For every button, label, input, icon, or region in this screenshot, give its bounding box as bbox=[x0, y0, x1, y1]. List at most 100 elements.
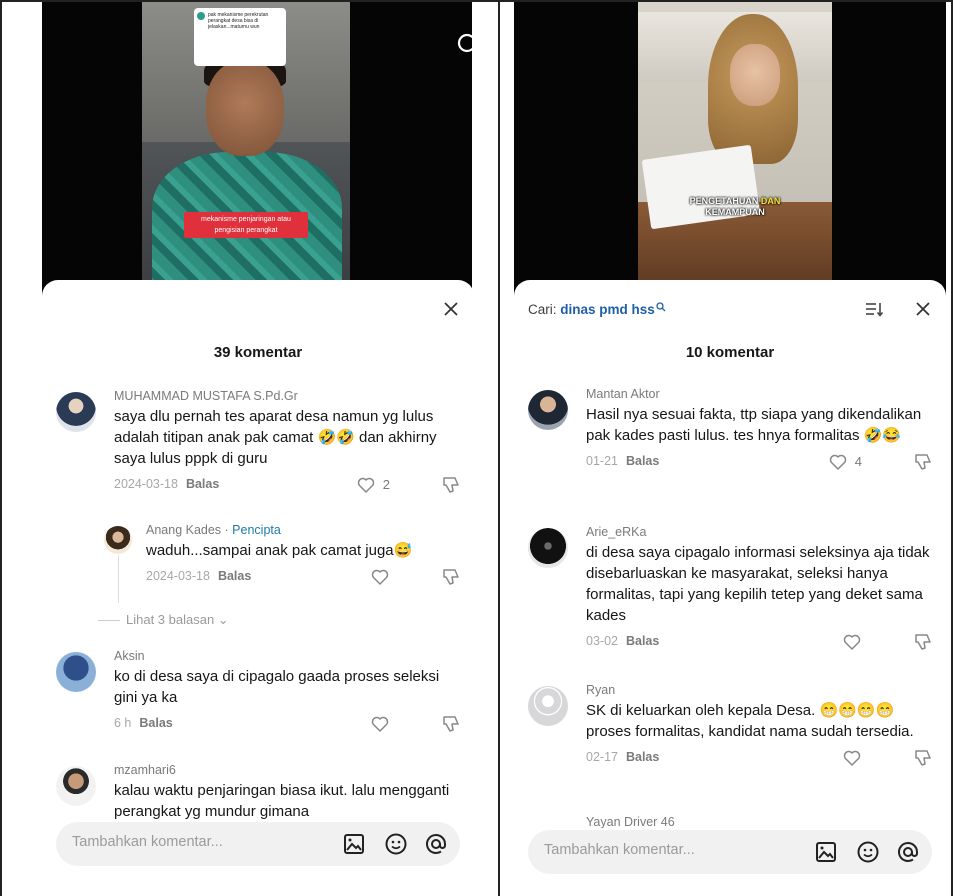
video-caption-highlight: DAN bbox=[760, 196, 781, 206]
image-icon[interactable] bbox=[814, 840, 838, 864]
video-caption-part1: PENGETAHUAN bbox=[689, 196, 761, 206]
comment-date: 03-02 bbox=[586, 634, 618, 648]
search-query[interactable]: dinas pmd hss bbox=[560, 302, 655, 317]
comment-date: 2024-03-18 bbox=[146, 569, 210, 583]
reply-username-row: Anang Kades · Pencipta bbox=[146, 522, 460, 538]
comment-date: 6 h bbox=[114, 716, 132, 730]
video-person-face bbox=[730, 44, 780, 106]
comment-date: 2024-03-18 bbox=[114, 477, 178, 491]
heart-icon[interactable] bbox=[842, 748, 862, 768]
comment-input-placeholder[interactable]: Tambahkan komentar... bbox=[72, 834, 223, 850]
reply-button[interactable]: Balas bbox=[626, 634, 659, 648]
avatar[interactable] bbox=[528, 528, 568, 568]
video-caption: mekanisme penjaringan atau pengisian per… bbox=[184, 212, 308, 238]
like-count: 2 bbox=[382, 477, 390, 492]
emoji-icon[interactable] bbox=[856, 840, 880, 864]
comment-username[interactable]: Yayan Driver 46 bbox=[586, 814, 932, 828]
comment-username[interactable]: Anang Kades · bbox=[146, 523, 232, 537]
video-player[interactable]: pak mekanisme perekrutan perangkat desa … bbox=[42, 2, 472, 302]
sort-icon[interactable] bbox=[864, 300, 884, 318]
comment-meta: 2024-03-18 Balas bbox=[146, 569, 460, 589]
question-sticker-text: pak mekanisme perekrutan perangkat desa … bbox=[208, 12, 269, 30]
like-count: 4 bbox=[854, 454, 862, 469]
comment-item: Arie_eRKa di desa saya cipagalo informas… bbox=[528, 524, 932, 662]
question-sticker: pak mekanisme perekrutan perangkat desa … bbox=[194, 8, 286, 66]
emoji-icon[interactable] bbox=[384, 832, 408, 856]
comment-text: SK di keluarkan oleh kepala Desa. 😁😁😁😁 p… bbox=[586, 702, 914, 740]
dislike-icon[interactable] bbox=[912, 632, 934, 652]
comment-meta: 2024-03-18 Balas 2 bbox=[114, 477, 460, 497]
reply-item: Anang Kades · Pencipta waduh...sampai an… bbox=[104, 522, 460, 602]
video-caption: PENGETAHUAN DAN KEMAMPUAN bbox=[672, 196, 798, 218]
video-player[interactable]: PENGETAHUAN DAN KEMAMPUAN bbox=[514, 2, 946, 302]
comment-text: di desa saya cipagalo informasi seleksin… bbox=[586, 544, 930, 624]
comment-username[interactable]: Mantan Aktor bbox=[586, 386, 932, 402]
comments-sheet: 39 komentar MUHAMMAD MUSTAFA S.Pd.Gr say… bbox=[42, 280, 474, 896]
left-screenshot-panel: pak mekanisme perekrutan perangkat desa … bbox=[0, 0, 500, 896]
reply-button[interactable]: Balas bbox=[218, 569, 251, 583]
comment-username[interactable]: Arie_eRKa bbox=[586, 524, 932, 540]
comment-username[interactable]: Aksin bbox=[114, 648, 460, 664]
dislike-icon[interactable] bbox=[440, 714, 462, 734]
comment-item: MUHAMMAD MUSTAFA S.Pd.Gr saya dlu pernah… bbox=[56, 388, 460, 498]
comment-input-placeholder[interactable]: Tambahkan komentar... bbox=[544, 842, 695, 858]
comment-meta: 6 h Balas bbox=[114, 716, 460, 736]
comment-username[interactable]: Ryan bbox=[586, 682, 932, 698]
video-caption-part2: KEMAMPUAN bbox=[705, 207, 765, 217]
comment-item: Yayan Driver 46 bbox=[528, 814, 932, 828]
comment-username[interactable]: mzamhari6 bbox=[114, 762, 460, 778]
search-suggestion[interactable]: Cari: dinas pmd hss bbox=[528, 302, 666, 317]
search-icon bbox=[656, 302, 666, 312]
avatar[interactable] bbox=[528, 686, 568, 726]
avatar[interactable] bbox=[56, 652, 96, 692]
close-icon[interactable] bbox=[914, 300, 932, 318]
comment-item: mzamhari6 kalau waktu penjaringan biasa … bbox=[56, 762, 460, 822]
comment-meta: 02-17 Balas bbox=[586, 750, 932, 770]
reply-button[interactable]: Balas bbox=[626, 454, 659, 468]
comment-date: 02-17 bbox=[586, 750, 618, 764]
dislike-icon[interactable] bbox=[912, 452, 934, 472]
comment-item: Mantan Aktor Hasil nya sesuai fakta, ttp… bbox=[528, 386, 932, 502]
comment-username[interactable]: MUHAMMAD MUSTAFA S.Pd.Gr bbox=[114, 388, 460, 404]
video-frame: PENGETAHUAN DAN KEMAMPUAN bbox=[638, 2, 832, 287]
dislike-icon[interactable] bbox=[440, 475, 462, 495]
avatar[interactable] bbox=[528, 390, 568, 430]
mention-icon[interactable] bbox=[424, 832, 448, 856]
comment-input-bar[interactable]: Tambahkan komentar... bbox=[56, 822, 460, 866]
avatar[interactable] bbox=[56, 392, 96, 432]
heart-icon[interactable] bbox=[828, 452, 848, 472]
comment-text: kalau waktu penjaringan biasa ikut. lalu… bbox=[114, 782, 450, 820]
heart-icon[interactable] bbox=[370, 567, 390, 587]
mention-icon[interactable] bbox=[896, 840, 920, 864]
search-label: Cari: bbox=[528, 302, 561, 317]
avatar[interactable] bbox=[56, 766, 96, 806]
heart-icon[interactable] bbox=[356, 475, 376, 495]
reply-button[interactable]: Balas bbox=[626, 750, 659, 764]
thread-line bbox=[118, 555, 119, 603]
dislike-icon[interactable] bbox=[912, 748, 934, 768]
comment-input-bar[interactable]: Tambahkan komentar... bbox=[528, 830, 932, 874]
comments-sheet: Cari: dinas pmd hss 10 komentar Mantan A… bbox=[514, 280, 946, 896]
comment-date: 01-21 bbox=[586, 454, 618, 468]
image-icon[interactable] bbox=[342, 832, 366, 856]
right-screenshot-panel: PENGETAHUAN DAN KEMAMPUAN Cari: dinas pm… bbox=[500, 0, 953, 896]
comment-item: Ryan SK di keluarkan oleh kepala Desa. 😁… bbox=[528, 682, 932, 798]
reply-button[interactable]: Balas bbox=[186, 477, 219, 491]
comment-text: ko di desa saya di cipagalo gaada proses… bbox=[114, 668, 440, 706]
view-replies-button[interactable]: Lihat 3 balasan ⌄ bbox=[98, 612, 229, 628]
comment-count: 39 komentar bbox=[213, 344, 303, 361]
sticker-avatar-icon bbox=[197, 12, 205, 20]
comment-count: 10 komentar bbox=[685, 344, 775, 361]
comment-meta: 01-21 Balas 4 bbox=[586, 454, 932, 474]
heart-icon[interactable] bbox=[370, 714, 390, 734]
comment-item: Aksin ko di desa saya di cipagalo gaada … bbox=[56, 648, 460, 738]
comment-text: waduh...sampai anak pak camat juga😅 bbox=[146, 542, 413, 559]
reply-button[interactable]: Balas bbox=[139, 716, 172, 730]
avatar[interactable] bbox=[104, 526, 132, 554]
comment-text: Hasil nya sesuai fakta, ttp siapa yang d… bbox=[586, 406, 922, 444]
dislike-icon[interactable] bbox=[440, 567, 462, 587]
heart-icon[interactable] bbox=[842, 632, 862, 652]
search-icon[interactable] bbox=[456, 32, 472, 58]
video-frame: pak mekanisme perekrutan perangkat desa … bbox=[142, 2, 350, 292]
close-icon[interactable] bbox=[442, 300, 460, 318]
